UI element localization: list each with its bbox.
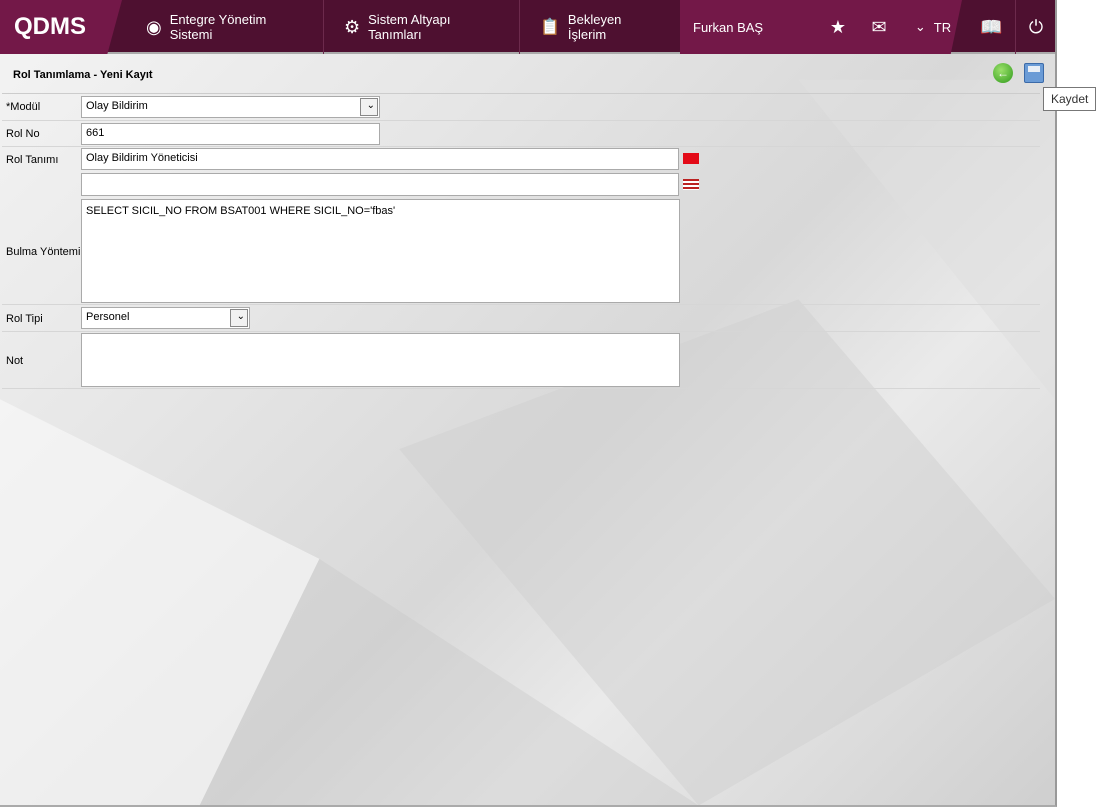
not-textarea[interactable]	[81, 333, 680, 387]
manual-icon[interactable]: 📖	[968, 0, 1016, 54]
user-name[interactable]: Furkan BAŞ	[693, 20, 763, 35]
q-icon: ◉	[146, 16, 162, 37]
modul-label: *Modül	[6, 101, 41, 113]
chevron-down-icon: ⌄	[914, 19, 926, 34]
clipboard-icon: 📋	[540, 19, 560, 36]
top-navbar: QDMS ◉ Entegre Yönetim Sistemi ⚙ Sistem Al…	[0, 0, 1055, 54]
row-bulma-yontemi: Bulma Yöntemi SELECT SICIL_NO FROM BSAT0…	[2, 198, 1040, 305]
power-icon[interactable]: ⏻	[1017, 0, 1055, 54]
nav-bekleyen[interactable]: 📋 Bekleyen İşlerim	[520, 0, 680, 54]
nav-entegre[interactable]: ◉ Entegre Yönetim Sistemi	[126, 0, 324, 54]
save-button[interactable]	[1024, 63, 1044, 83]
back-button[interactable]: ←	[993, 63, 1013, 83]
modul-value: Olay Bildirim	[86, 100, 148, 112]
nav-label: Bekleyen İşlerim	[567, 12, 622, 42]
qdms-logo[interactable]: QDMS	[0, 0, 122, 54]
row-rol-no: Rol No 661	[2, 121, 1040, 147]
chevron-down-icon: ⌄	[236, 311, 245, 322]
us-flag-icon[interactable]	[683, 179, 699, 190]
save-tooltip: Kaydet	[1043, 87, 1097, 111]
row-rol-tanimi: Rol Tanımı Olay Bildirim Yöneticisi	[2, 147, 1040, 173]
page-title: Rol Tanımlama - Yeni Kayıt	[13, 69, 153, 81]
rol-tanimi-label: Rol Tanımı	[6, 154, 59, 166]
chevron-down-icon: ⌄	[366, 100, 375, 111]
language-label: TR	[933, 19, 952, 35]
turkish-flag-icon[interactable]	[683, 153, 699, 164]
bulma-yontemi-textarea[interactable]: SELECT SICIL_NO FROM BSAT001 WHERE SICIL…	[81, 199, 680, 303]
not-label: Not	[6, 355, 24, 367]
row-rol-tanimi-en	[2, 173, 1040, 198]
row-not: Not	[2, 332, 1040, 389]
mail-icon[interactable]: ✉	[866, 0, 892, 54]
star-icon[interactable]: ★	[826, 0, 850, 54]
rol-tanimi-en-input[interactable]	[81, 173, 679, 196]
rol-tanimi-tr-input[interactable]: Olay Bildirim Yöneticisi	[81, 148, 679, 170]
nav-label: Sistem Altyapı Tanımları	[368, 12, 451, 42]
rol-tipi-select[interactable]: Personel ⌄	[81, 307, 250, 329]
modul-select[interactable]: Olay Bildirim ⌄	[81, 96, 380, 118]
floppy-icon	[1028, 66, 1040, 72]
bulma-yontemi-label: Bulma Yöntemi	[6, 246, 81, 258]
rol-tipi-label: Rol Tipi	[6, 313, 43, 325]
row-rol-tipi: Rol Tipi Personel ⌄	[2, 305, 1040, 332]
row-modul: *Modül Olay Bildirim ⌄	[2, 94, 1040, 121]
rol-no-input[interactable]: 661	[81, 123, 380, 145]
app-window: QDMS ◉ Entegre Yönetim Sistemi ⚙ Sistem Al…	[0, 0, 1057, 807]
nav-sistem-altyapi[interactable]: ⚙ Sistem Altyapı Tanımları	[324, 0, 520, 54]
rol-tipi-value: Personel	[86, 311, 130, 323]
gear-icon: ⚙	[344, 16, 361, 37]
nav-label: Entegre Yönetim Sistemi	[169, 12, 267, 42]
language-selector[interactable]: ⌄ TR	[908, 0, 958, 54]
rol-no-label: Rol No	[6, 128, 40, 140]
